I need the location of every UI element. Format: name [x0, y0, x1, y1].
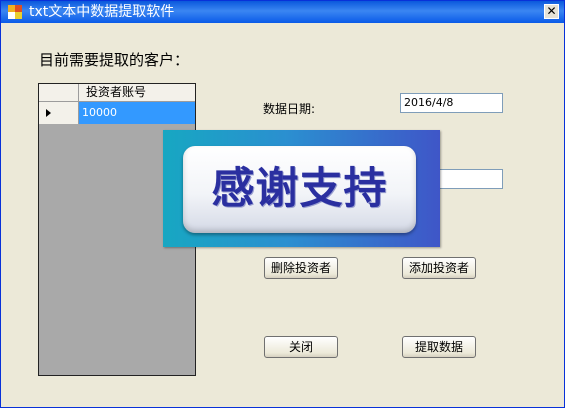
delete-investor-button[interactable]: 删除投资者 — [264, 257, 338, 279]
table-row[interactable]: 10000 — [39, 102, 195, 124]
title-bar[interactable]: txt文本中数据提取软件 ✕ — [1, 1, 564, 23]
row-pointer-icon — [46, 109, 51, 117]
grid-header: 投资者账号 — [39, 84, 195, 102]
window-title: txt文本中数据提取软件 — [29, 4, 175, 20]
thanks-banner: 感谢支持 — [163, 130, 440, 247]
close-icon: ✕ — [546, 4, 557, 18]
app-icon — [8, 5, 22, 19]
cell-investor-account[interactable]: 10000 — [79, 102, 195, 124]
extract-data-button[interactable]: 提取数据 — [402, 336, 476, 358]
close-button[interactable]: 关闭 — [264, 336, 338, 358]
grid-corner[interactable] — [39, 84, 79, 101]
add-investor-button[interactable]: 添加投资者 — [402, 257, 476, 279]
row-header[interactable] — [39, 102, 79, 124]
date-label: 数据日期: — [263, 102, 316, 116]
column-header-investor-account[interactable]: 投资者账号 — [79, 84, 195, 101]
close-window-button[interactable]: ✕ — [544, 4, 559, 19]
customer-prompt-label: 目前需要提取的客户： — [39, 51, 190, 69]
date-field[interactable]: 2016/4/8 — [400, 93, 503, 113]
banner-plate: 感谢支持 — [183, 146, 416, 233]
banner-text: 感谢支持 — [211, 164, 388, 214]
